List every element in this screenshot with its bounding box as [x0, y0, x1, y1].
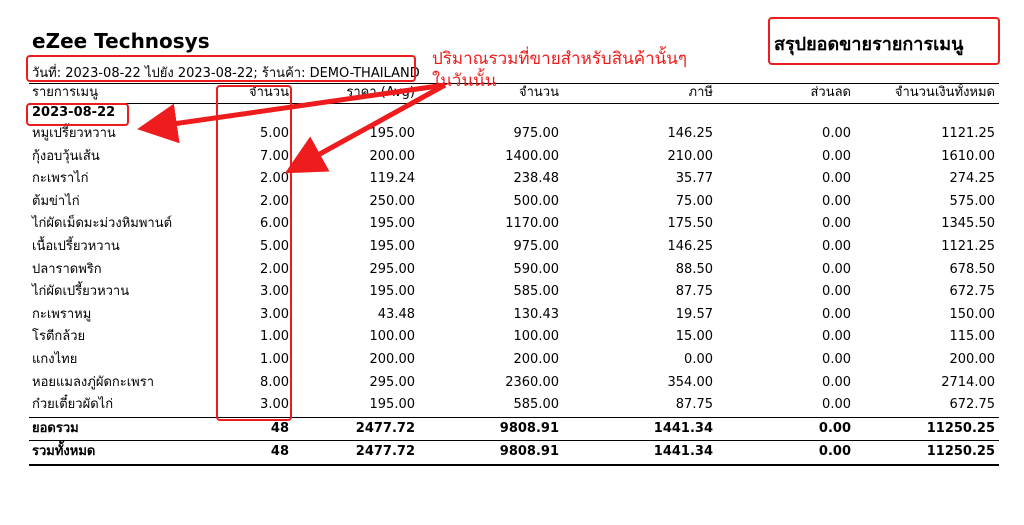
- arrow-to-item: [137, 82, 446, 144]
- annotation-arrows: [137, 82, 447, 174]
- annotation-text-line2: ในวันนั้น: [432, 71, 497, 91]
- annotation-text-line1: ปริมาณรวมที่ขายสำหรับสินค้านั้นๆ: [432, 49, 687, 69]
